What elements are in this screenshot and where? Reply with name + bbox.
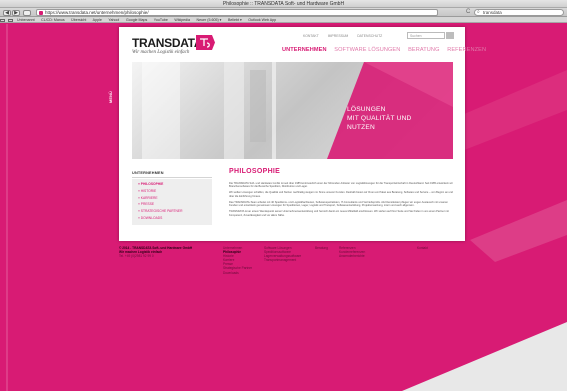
share-button[interactable] [23,9,31,16]
address-bar[interactable]: https://www.transdata.net/unternehmen/ph… [36,9,438,16]
nav-beratung[interactable]: BERATUNG [408,47,439,53]
bookmark-item[interactable]: Beliebt ▾ [228,18,242,22]
bookmark-item[interactable]: Outlook Web App [248,18,276,22]
footer-link[interactable]: Downloads [223,271,252,275]
subnav-item-historie[interactable]: » HISTORIE [132,188,212,195]
book-icon[interactable] [0,18,5,22]
footer-address: © 2014 - TRANSDATA Soft- und Hardware Gm… [119,246,192,258]
subnav-title: UNTERNEHMEN [132,171,164,175]
hero-headline-line-2: MIT QUALITÄT UND [347,115,412,122]
footer-col-software: Software Lösungen Speditionssoftware Lag… [264,246,301,262]
footer-col-kontakt: Kontakt [417,246,428,250]
hero-banner: LÖSUNGEN MIT QUALITÄT UND NUTZEN [132,62,453,159]
subnav-list: » PHILOSOPHIE » HISTORIE » KARRIERE » PR… [132,179,212,225]
subnav-item-presse[interactable]: » PRESSE [132,201,212,208]
browser-search-input[interactable]: ⌕ transdata [474,9,564,16]
reload-icon[interactable]: C [466,9,470,16]
footer-link[interactable]: Beratung [315,246,328,250]
nav-software-loesungen[interactable]: SOFTWARE LÖSUNGEN [334,47,400,53]
hero-image [132,62,453,159]
content-paragraph: TRANSDATA ist an einem Wendepunkt seiner… [229,210,449,217]
window-title: Philosophie :: TRANSDATA Soft- und Hardw… [0,0,567,8]
subnav-item-philosophie[interactable]: » PHILOSOPHIE [132,181,212,188]
transdata-logo-icon [196,35,215,50]
bookmark-item[interactable]: CL/CD: Manus [41,18,65,22]
address-bar-url: https://www.transdata.net/unternehmen/ph… [45,10,149,15]
logo-tagline: Wir machen Logistik einfach [132,50,190,55]
util-link-datenschutz[interactable]: DATENSCHUTZ [357,34,382,38]
bookmark-item[interactable]: Übersicht [71,18,86,22]
footer-link[interactable]: Transportmanagement [264,258,301,262]
footer-link[interactable]: Strategische Partner [223,266,252,270]
browser-toolbar: ◀ ▶ https://www.transdata.net/unternehme… [0,8,567,17]
hero-headline-line-1: LÖSUNGEN [347,106,386,113]
bookmark-item[interactable]: Neuer (5.605) ▾ [196,18,221,22]
footer-phone[interactable]: Tel. +49 (0)2981 92 99 0 [119,254,192,258]
nav-unternehmen[interactable]: UNTERNEHMEN [282,47,327,53]
bookmark-item[interactable]: Wikipedia [174,18,190,22]
hero-headline-line-3: NUTZEN [347,124,375,131]
bookmark-item[interactable]: Google Maps [126,18,147,22]
bookmark-item[interactable]: Apple [93,18,102,22]
main-nav: UNTERNEHMEN SOFTWARE LÖSUNGEN BERATUNG R… [282,47,492,53]
util-link-impressum[interactable]: IMPRESSUM [328,34,349,38]
subnav-item-strategische-partner[interactable]: » STRATEGISCHE PARTNER [132,208,212,215]
bookmark-item[interactable]: YouTube [154,18,168,22]
subnav-item-downloads[interactable]: » DOWNLOADS [132,215,212,222]
content-paragraph: Die TRANSDATA Soft- und Hardware GmbH is… [229,182,453,189]
site-favicon-icon [39,11,43,15]
subnav-divider [132,177,212,178]
site-logo[interactable]: TRANSDATA [132,36,202,50]
content-paragraph: Das TRANSDATA-Team arbeitet mit 40 Spedi… [229,200,448,208]
content-paragraph: Wir wollen Lösungen schaffen, die Qualit… [229,191,453,198]
utility-nav: KONTAKT IMPRESSUM DATENSCHUTZ [303,34,390,38]
subnav-item-karriere[interactable]: » KARRIERE [132,195,212,202]
footer-col-unternehmen: Unternehmen Philosophie Historie Karrier… [223,246,252,275]
page-content: Die TRANSDATA Soft- und Hardware GmbH is… [229,182,455,220]
site-search-input[interactable]: Suchen [407,32,445,39]
util-link-kontakt[interactable]: KONTAKT [303,34,319,38]
bookmark-item[interactable]: Unbenannt [17,18,35,22]
site-footer: © 2014 - TRANSDATA Soft- und Hardware Gm… [119,246,465,296]
browser-search-value: transdata [483,10,502,15]
nav-referenzen[interactable]: REFERENZEN [447,47,486,53]
footer-link[interactable]: Kontakt [417,246,428,250]
grid-icon[interactable] [8,18,13,22]
bookmarks-bar: Unbenannt CL/CD: Manus Übersicht Apple Y… [0,17,567,23]
footer-link[interactable]: Anwenderberichte [339,254,365,258]
screenshot-stage: Philosophie :: TRANSDATA Soft- und Hardw… [0,0,567,391]
side-menu-tab[interactable]: MENÜ [108,67,119,105]
site-search-button[interactable] [446,32,454,39]
website-page: TRANSDATA Wir machen Logistik einfach KO… [119,27,486,241]
back-button[interactable]: ◀ [3,9,11,16]
magnifier-icon: ⌕ [477,9,480,15]
side-menu-label: MENÜ [109,91,113,103]
footer-col-beratung: Beratung [315,246,328,250]
forward-button[interactable]: ▶ [12,9,20,16]
footer-col-referenzen: Referenzen Kundenreferenzen Anwenderberi… [339,246,365,258]
page-title: PHILOSOPHIE [229,168,281,175]
bookmark-item[interactable]: Yahoo! [108,18,119,22]
